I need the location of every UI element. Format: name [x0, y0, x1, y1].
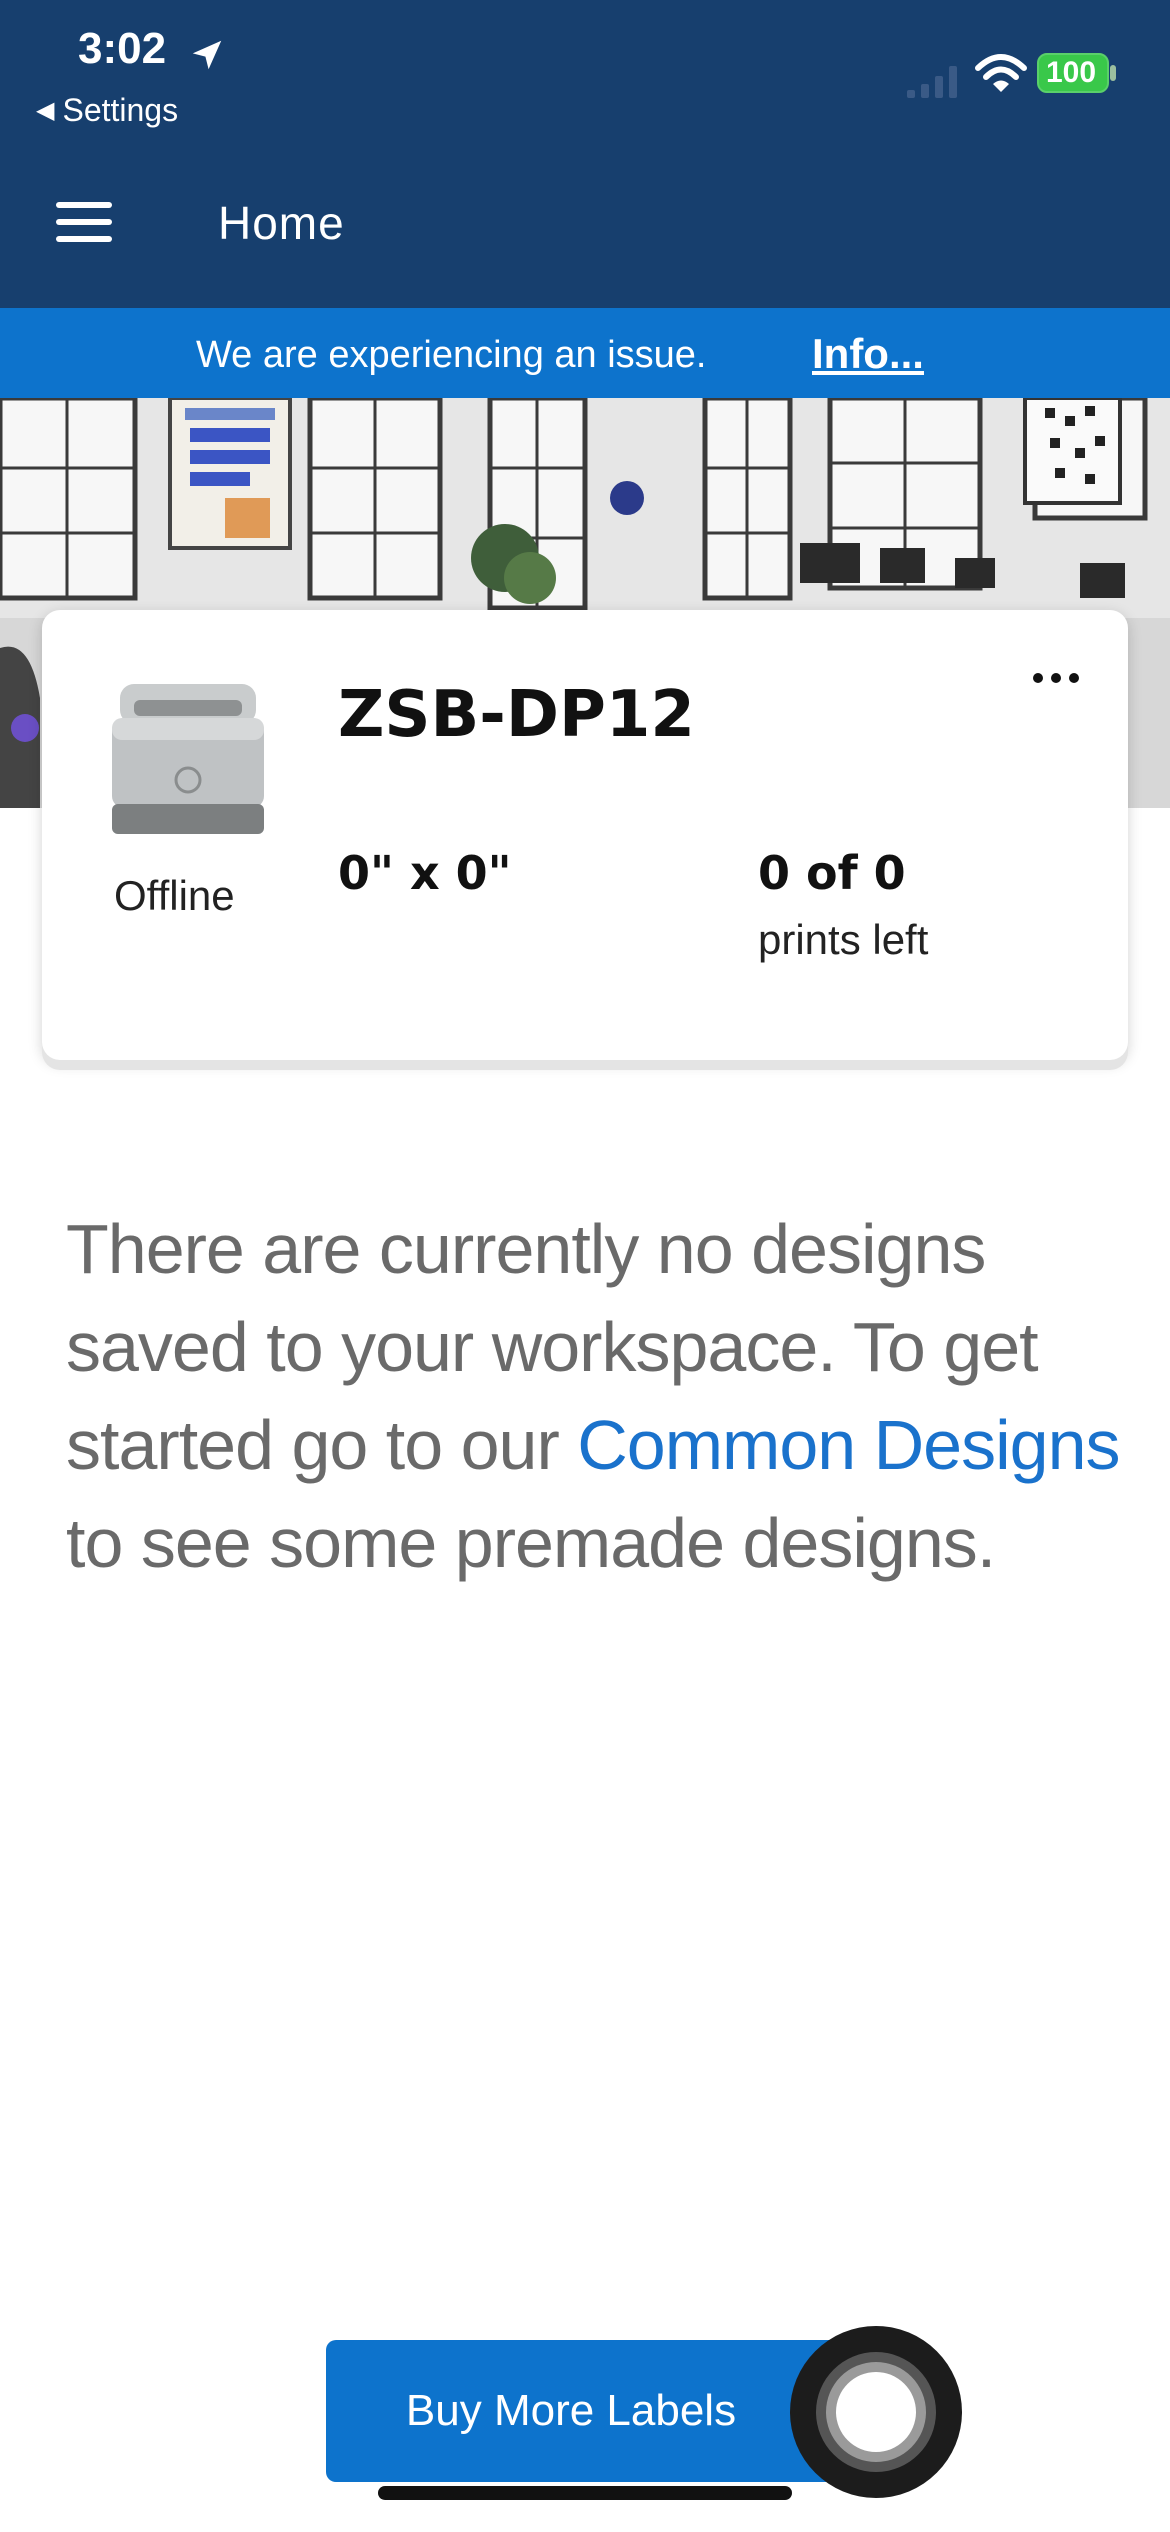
cellular-signal-icon: [907, 66, 957, 98]
issue-message: We are experiencing an issue.: [196, 334, 707, 376]
hamburger-menu-icon[interactable]: [56, 202, 114, 244]
printer-status: Offline: [114, 872, 235, 919]
empty-message-text-end: to see some premade designs.: [66, 1504, 996, 1582]
home-indicator: [378, 2486, 792, 2500]
prints-count: 0 of 0: [758, 846, 906, 900]
info-link[interactable]: Info...: [812, 330, 924, 378]
label-size: 0" x 0": [338, 846, 512, 900]
back-triangle-icon: ◀: [36, 97, 55, 124]
status-time: 3:02: [78, 24, 167, 73]
back-label: Settings: [62, 92, 179, 128]
location-arrow-icon: [192, 40, 222, 70]
top-app-bar: 3:02 ◀ Settings 100 Home: [0, 0, 1170, 308]
printer-card[interactable]: Offline ZSB-DP12 0" x 0" 0 of 0 prints l…: [42, 610, 1128, 1060]
battery-icon: 100: [1036, 52, 1118, 94]
battery-level: 100: [1046, 56, 1097, 89]
buy-button-label: Buy More Labels: [405, 2386, 737, 2435]
printer-icon: [112, 684, 264, 834]
back-to-settings-link[interactable]: ◀ Settings: [36, 92, 178, 129]
issue-banner: We are experiencing an issue. Info...: [0, 308, 1170, 398]
prints-caption: prints left: [758, 916, 929, 963]
page-title: Home: [218, 197, 345, 249]
more-horizontal-icon[interactable]: [1028, 668, 1084, 688]
empty-workspace-message: There are currently no designs saved to …: [66, 1200, 1126, 1592]
printer-name: ZSB-DP12: [338, 678, 695, 752]
wifi-icon: [975, 54, 1027, 92]
assistive-touch-icon[interactable]: [786, 2322, 966, 2502]
common-designs-link[interactable]: Common Designs: [577, 1406, 1120, 1484]
